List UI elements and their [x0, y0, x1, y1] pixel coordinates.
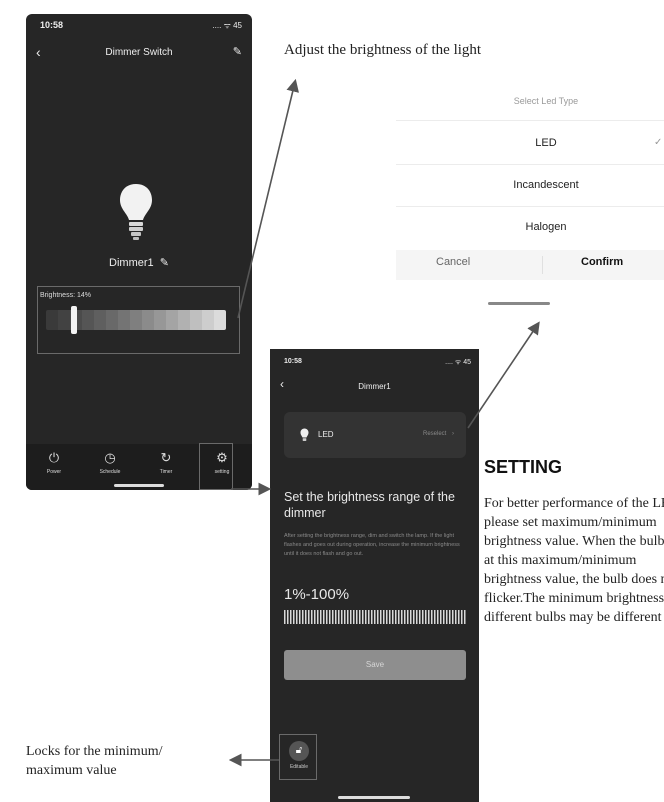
arrow-brightness [237, 78, 299, 319]
annotation-arrows [228, 78, 540, 767]
arrow-led-selector [467, 321, 540, 429]
